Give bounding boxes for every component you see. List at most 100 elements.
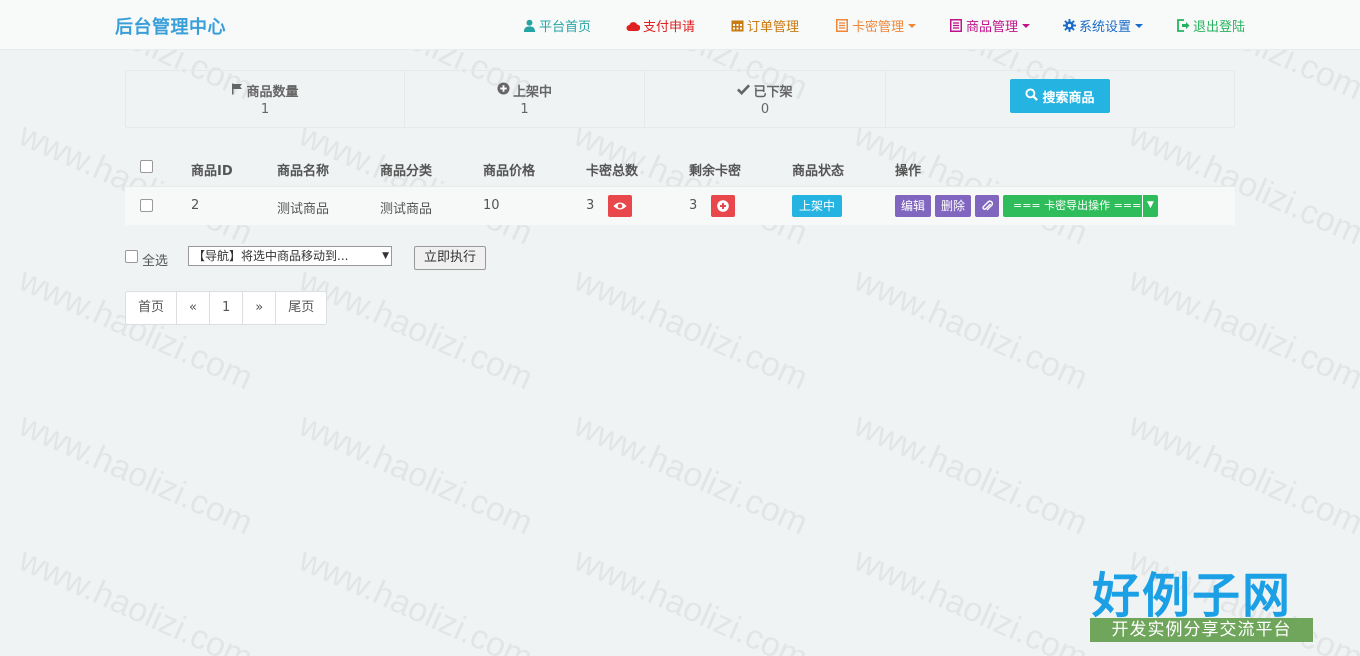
brand-title[interactable]: 后台管理中心	[115, 13, 226, 39]
watermark-text: www.haolizi.com	[293, 260, 539, 398]
cloud-icon	[626, 19, 640, 33]
cell-total-cards: 3	[586, 198, 595, 213]
nav-item-label: 退出登陆	[1193, 20, 1246, 35]
plus-circle-icon	[717, 200, 729, 212]
stat-on-sale: 上架中 1	[405, 71, 645, 127]
search-icon	[1025, 87, 1039, 105]
column-header: 商品价格	[483, 164, 536, 179]
chevron-down-icon: ▼	[382, 251, 389, 261]
nav-item-logout[interactable]: 退出登陆	[1176, 16, 1245, 35]
flag-icon	[231, 83, 243, 99]
bulk-actions: 全选 【导航】将选中商品移动到... ▼ 立即执行	[125, 245, 525, 270]
user-icon	[522, 19, 536, 33]
watermark-text: www.haolizi.com	[568, 405, 814, 543]
chevron-down-icon: ▼	[1142, 195, 1158, 217]
stat-label: 商品数量	[246, 85, 299, 100]
cell-category: 测试商品	[380, 202, 433, 217]
stats-panel: 商品数量 1 上架中 1 已下架 0 搜索商品	[125, 70, 1235, 128]
column-header: 商品名称	[277, 164, 330, 179]
logo-title: 好例子网	[1092, 568, 1293, 624]
calendar-icon	[730, 19, 744, 33]
stat-value: 0	[760, 102, 770, 117]
paperclip-icon	[982, 200, 994, 211]
delete-button[interactable]: 删除	[935, 195, 971, 217]
view-cards-button[interactable]	[608, 195, 632, 217]
watermark-text: www.haolizi.com	[13, 260, 259, 398]
nav-item-label: 订单管理	[747, 20, 800, 35]
nav-item-home[interactable]: 平台首页	[522, 16, 591, 35]
stat-label: 已下架	[753, 85, 793, 100]
column-header: 卡密总数	[586, 164, 639, 179]
logout-icon	[1176, 19, 1190, 33]
list-icon	[835, 19, 849, 33]
watermark-text: www.haolizi.com	[848, 540, 1094, 656]
table-header: 商品ID 商品名称 商品分类 商品价格 卡密总数 剩余卡密 商品状态 操作	[125, 150, 1235, 186]
export-cards-select[interactable]: === 卡密导出操作 === ▼	[1003, 195, 1158, 217]
export-select-label: === 卡密导出操作 ===	[1013, 199, 1142, 212]
execute-button[interactable]: 立即执行	[414, 246, 486, 270]
cell-id: 2	[191, 198, 200, 213]
column-header: 商品ID	[191, 164, 233, 179]
page-number[interactable]: 1	[210, 292, 244, 324]
nav-item-label: 平台首页	[539, 20, 592, 35]
logo-subtitle: 开发实例分享交流平台	[1090, 618, 1313, 642]
stat-value: 1	[260, 102, 270, 117]
stat-value: 1	[520, 102, 529, 117]
nav-item-products[interactable]: 商品管理	[949, 16, 1031, 35]
table-row: 2 测试商品 测试商品 10 3 3 上架中 编辑 删除 === 卡密导出操作 …	[125, 186, 1235, 225]
page-first[interactable]: 首页	[126, 292, 178, 324]
watermark-text: www.haolizi.com	[13, 540, 259, 656]
page-prev[interactable]: «	[177, 292, 210, 324]
select-all-checkbox[interactable]	[125, 250, 138, 263]
cell-remaining-cards: 3	[689, 198, 698, 213]
move-select-value: 【导航】将选中商品移动到...	[193, 249, 349, 263]
nav-item-payment[interactable]: 支付申请	[626, 16, 695, 35]
nav-item-label: 商品管理	[966, 20, 1019, 35]
column-header: 剩余卡密	[689, 164, 742, 179]
list-icon	[949, 19, 963, 33]
watermark-text: www.haolizi.com	[1123, 405, 1360, 543]
row-checkbox[interactable]	[140, 199, 153, 212]
status-badge: 上架中	[792, 195, 843, 217]
nav-item-label: 系统设置	[1079, 20, 1132, 35]
column-header: 商品状态	[792, 164, 845, 179]
gear-icon	[1062, 19, 1076, 33]
watermark-text: www.haolizi.com	[568, 540, 814, 656]
search-products-button[interactable]: 搜索商品	[1010, 79, 1110, 113]
check-icon	[737, 83, 751, 99]
plus-circle-icon	[497, 82, 510, 99]
header-checkbox[interactable]	[140, 160, 153, 173]
chevron-down-icon	[908, 23, 917, 28]
column-header: 商品分类	[380, 164, 433, 179]
stat-label: 上架中	[512, 85, 552, 100]
pagination: 首页 « 1 » 尾页	[125, 291, 328, 325]
chevron-down-icon	[1022, 23, 1031, 28]
nav-item-orders[interactable]: 订单管理	[730, 16, 799, 35]
move-to-select[interactable]: 【导航】将选中商品移动到... ▼	[188, 246, 392, 266]
haolizi-logo: 好例子网 开发实例分享交流平台	[1088, 556, 1313, 646]
nav-item-label: 支付申请	[643, 20, 696, 35]
nav-item-label: 卡密管理	[852, 20, 905, 35]
column-header: 操作	[895, 164, 922, 179]
nav-item-cards[interactable]: 卡密管理	[835, 16, 917, 35]
top-navbar: 后台管理中心 平台首页 支付申请 订单管理 卡密管理 商品管理 系统设置 退出登…	[0, 0, 1360, 50]
nav-item-settings[interactable]: 系统设置	[1062, 16, 1144, 35]
select-all-label: 全选	[142, 254, 169, 269]
stat-product-count: 商品数量 1	[126, 71, 405, 127]
edit-button[interactable]: 编辑	[895, 195, 931, 217]
cell-name: 测试商品	[277, 202, 330, 217]
watermark-text: www.haolizi.com	[1123, 260, 1360, 398]
products-table: 商品ID 商品名称 商品分类 商品价格 卡密总数 剩余卡密 商品状态 操作 2 …	[125, 150, 1235, 225]
watermark-text: www.haolizi.com	[293, 405, 539, 543]
page-next[interactable]: »	[243, 292, 277, 324]
watermark-text: www.haolizi.com	[848, 405, 1094, 543]
chevron-down-icon	[1135, 23, 1144, 28]
watermark-text: www.haolizi.com	[568, 260, 814, 398]
add-cards-button[interactable]	[711, 195, 735, 217]
cell-price: 10	[483, 198, 500, 213]
search-button-label: 搜索商品	[1042, 90, 1095, 106]
attach-button[interactable]	[975, 195, 999, 217]
watermark-text: www.haolizi.com	[13, 405, 259, 543]
page-last[interactable]: 尾页	[276, 292, 326, 324]
watermark-text: www.haolizi.com	[848, 260, 1094, 398]
